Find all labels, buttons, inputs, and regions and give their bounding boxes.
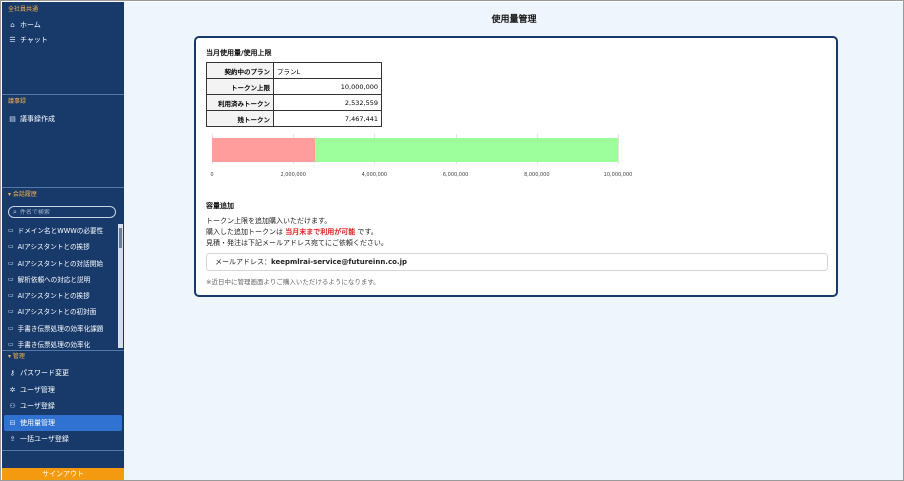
divider bbox=[2, 450, 124, 451]
usage-heading: 当月使用量/使用上限 bbox=[206, 49, 272, 57]
table-row: 契約中のプラン プランL bbox=[206, 62, 382, 79]
chat-bubble-icon: ▭ bbox=[8, 275, 14, 283]
add-desc-line2-pre: 購入した追加トークンは bbox=[206, 228, 283, 236]
list-item[interactable]: ▭ 解析依頼への対応と説明 bbox=[2, 272, 124, 288]
user-add-icon: ⚇ bbox=[9, 402, 16, 410]
usage-bar-chart: 0 2,000,000 4,000,000 6,000,000 8,000,000 10,… bbox=[210, 134, 632, 184]
limit-label: トークン上限 bbox=[206, 78, 274, 95]
key-icon: ⚷ bbox=[9, 369, 16, 377]
plan-label: 契約中のプラン bbox=[206, 62, 274, 79]
availability-highlight: 当月末まで利用が可能 bbox=[285, 228, 356, 236]
list-item[interactable]: ▭ 手書き伝票処理の効率化課題 bbox=[2, 321, 124, 337]
plan-value: プランL bbox=[273, 62, 382, 79]
list-item[interactable]: ▭ 手書き伝票処理の効率化 bbox=[2, 337, 124, 349]
remaining-value: 7,467,441 bbox=[273, 110, 382, 127]
chat-bubble-icon: ▭ bbox=[8, 259, 14, 267]
table-row: トークン上限 10,000,000 bbox=[206, 78, 382, 95]
sidebar-item-usage[interactable]: ⊟ 使用量管理 bbox=[4, 414, 122, 431]
email-label: メールアドレス： bbox=[215, 258, 271, 266]
email-box: メールアドレス：keepmlrai-service@futureinn.co.j… bbox=[206, 253, 828, 271]
history-scrollbar-thumb[interactable] bbox=[119, 228, 122, 248]
home-icon: ⌂ bbox=[10, 21, 15, 29]
add-capacity-heading: 容量追加 bbox=[206, 202, 234, 210]
list-item[interactable]: ▭ AIアシスタントとの挨拶 bbox=[2, 288, 124, 304]
section-title-minutes: 議事録 bbox=[8, 98, 27, 105]
used-value: 2,532,559 bbox=[273, 94, 382, 111]
history-search[interactable]: ⌕ bbox=[8, 206, 116, 218]
remaining-bar-segment bbox=[314, 138, 618, 162]
history-search-input[interactable] bbox=[19, 208, 110, 216]
sidebar-item-label: 使用量管理 bbox=[20, 418, 55, 427]
table-row: 残トークン 7,467,441 bbox=[206, 110, 382, 127]
list-item[interactable]: ▭ ドメイン名とWWWの必要性 bbox=[2, 223, 124, 239]
section-title-admin[interactable]: ▾ 管理 bbox=[2, 351, 31, 363]
section-title-history-label: 会話履歴 bbox=[12, 191, 37, 198]
add-desc-line3: 見積・発注は下記メールアドレス宛てにご依頼ください。 bbox=[206, 239, 388, 247]
chat-bubble-icon: ▭ bbox=[8, 227, 14, 234]
add-desc-line2: 購入した追加トークンは 当月末まで利用が可能 です。 bbox=[206, 227, 378, 237]
history-list: ▭ ドメイン名とWWWの必要性 ▭ AIアシスタントとの挨拶 ▭ AIアシスタントとの… bbox=[2, 223, 124, 349]
chat-bubble-icon: ▭ bbox=[8, 243, 14, 251]
section-title-admin-label: 管理 bbox=[12, 353, 25, 360]
x-tick-label: 6,000,000 bbox=[442, 172, 469, 178]
chat-bubble-icon: ▭ bbox=[8, 308, 14, 316]
chart-gridline bbox=[618, 134, 619, 164]
usage-card: 当月使用量/使用上限 契約中のプラン プランL トークン上限 10,000,00… bbox=[194, 36, 838, 297]
document-icon: ▤ bbox=[9, 115, 16, 123]
list-item[interactable]: ▭ AIアシスタントとの初対面 bbox=[2, 304, 124, 320]
sidebar-item-user-management[interactable]: ✲ ユーザ管理 bbox=[2, 382, 124, 399]
sidebar: 全社員共通 ⌂ ホーム ☰ チャット 議事録 ▤ 議事録作成 ▾ 会話履歴 ⌕ bbox=[2, 2, 124, 480]
sidebar-item-minutes-create[interactable]: ▤ 議事録作成 bbox=[2, 112, 124, 127]
limit-value: 10,000,000 bbox=[273, 78, 382, 95]
search-icon: ⌕ bbox=[13, 207, 17, 216]
note-text: ※近日中に管理画面よりご購入いただけるようになります。 bbox=[206, 278, 380, 286]
used-label: 利用済みトークン bbox=[206, 94, 274, 111]
bulk-upload-icon: ⇪ bbox=[9, 435, 16, 443]
page-title: 使用量管理 bbox=[491, 15, 537, 25]
main-content: 使用量管理 当月使用量/使用上限 契約中のプラン プランL トークン上限 10,… bbox=[124, 2, 903, 480]
chat-icon: ☰ bbox=[9, 36, 16, 44]
sidebar-item-chat[interactable]: ☰ チャット bbox=[2, 33, 124, 48]
divider bbox=[2, 94, 124, 95]
usage-icon: ⊟ bbox=[9, 418, 16, 427]
remaining-label: 残トークン bbox=[206, 110, 274, 127]
section-title-common: 全社員共通 bbox=[8, 6, 39, 13]
x-tick-label: 0 bbox=[210, 172, 214, 178]
usage-table: 契約中のプラン プランL トークン上限 10,000,000 利用済みトークン … bbox=[206, 62, 382, 127]
sidebar-item-user-register[interactable]: ⚇ ユーザ登録 bbox=[2, 398, 124, 415]
app-window: 全社員共通 ⌂ ホーム ☰ チャット 議事録 ▤ 議事録作成 ▾ 会話履歴 ⌕ bbox=[0, 0, 904, 481]
x-tick-label: 4,000,000 bbox=[361, 172, 388, 178]
sidebar-item-label: チャット bbox=[20, 36, 48, 44]
x-tick-label: 2,000,000 bbox=[280, 172, 306, 178]
add-desc-line2-post: です。 bbox=[357, 228, 378, 236]
section-title-history[interactable]: ▾ 会話履歴 bbox=[2, 189, 43, 201]
sidebar-item-label: ユーザ管理 bbox=[20, 385, 55, 394]
email-address[interactable]: keepmlrai-service@futureinn.co.jp bbox=[271, 258, 407, 266]
sidebar-item-label: パスワード変更 bbox=[20, 369, 69, 377]
sidebar-item-label: ユーザ登録 bbox=[20, 402, 55, 410]
list-item[interactable]: ▭ AIアシスタントとの挨拶 bbox=[2, 239, 124, 255]
chat-bubble-icon: ▭ bbox=[8, 324, 14, 332]
add-desc-line1: トークン上限を追加購入いただけます。 bbox=[206, 217, 332, 225]
sidebar-item-password[interactable]: ⚷ パスワード変更 bbox=[2, 365, 124, 382]
used-bar-segment bbox=[212, 138, 315, 162]
chat-bubble-icon: ▭ bbox=[8, 341, 14, 349]
chat-bubble-icon: ▭ bbox=[8, 292, 14, 300]
x-tick-label: 8,000,000 bbox=[524, 172, 550, 178]
divider bbox=[2, 187, 124, 188]
sidebar-item-home[interactable]: ⌂ ホーム bbox=[2, 18, 124, 33]
sidebar-item-label: 議事録作成 bbox=[20, 115, 55, 123]
signout-button[interactable]: サインアウト bbox=[2, 468, 124, 480]
sidebar-item-bulk-register[interactable]: ⇪ 一括ユーザ登録 bbox=[2, 431, 124, 448]
sidebar-item-label: 一括ユーザ登録 bbox=[20, 435, 69, 443]
table-row: 利用済みトークン 2,532,559 bbox=[206, 94, 382, 111]
sidebar-item-label: ホーム bbox=[20, 21, 41, 29]
users-icon: ✲ bbox=[9, 385, 16, 394]
x-tick-label: 10,000,000 bbox=[603, 172, 633, 178]
list-item[interactable]: ▭ AIアシスタントとの対話開始 bbox=[2, 256, 124, 272]
